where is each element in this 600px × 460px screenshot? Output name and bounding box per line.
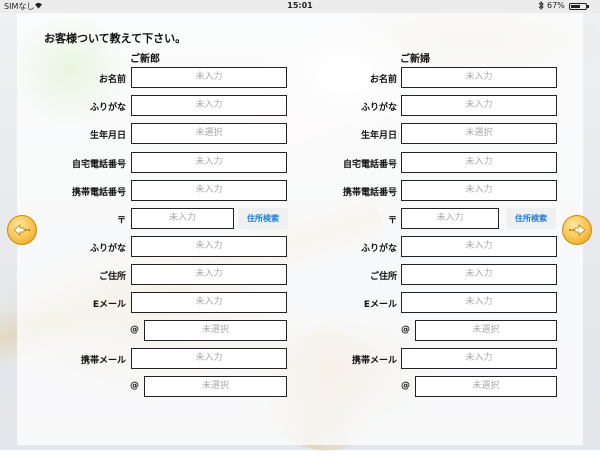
bride-label: @ [401, 325, 410, 335]
next-page-button[interactable] [562, 215, 592, 245]
bride-input-field[interactable]: 未選択 [401, 123, 557, 144]
bride-label: ご住所 [369, 272, 397, 282]
bride-input-field[interactable]: 未入力 [401, 67, 557, 88]
groom-input-field[interactable]: 未入力 [131, 152, 287, 173]
groom-input-field[interactable]: 未選択 [144, 320, 287, 341]
bride-input-field[interactable]: 未入力 [401, 95, 557, 116]
bride-label: Eメール [363, 300, 397, 310]
status-bar: SIMなし 15:01 67% [0, 0, 600, 13]
bride-label: ふりがな [360, 103, 397, 113]
groom-input-field[interactable]: 未入力 [131, 236, 287, 257]
bride-label: 自宅電話番号 [342, 160, 397, 170]
groom-address-search-button[interactable]: 住所検索 [238, 208, 288, 229]
bride-input-field[interactable]: 未入力 [401, 152, 557, 173]
groom-label: @ [130, 325, 139, 335]
groom-label: 生年月日 [89, 131, 126, 141]
bride-input-field[interactable]: 未入力 [401, 180, 557, 201]
bride-input-field[interactable]: 未選択 [415, 376, 557, 397]
groom-title: ご新郎 [130, 54, 160, 65]
groom-input-field[interactable]: 未入力 [131, 264, 287, 285]
groom-input-field[interactable]: 未入力 [131, 208, 234, 229]
groom-input-field[interactable]: 未入力 [131, 292, 287, 313]
battery-icon [569, 3, 589, 10]
left-arrow-icon [13, 224, 31, 236]
groom-label: Eメール [92, 300, 126, 310]
bluetooth-icon [538, 0, 544, 12]
right-arrow-icon [568, 224, 586, 236]
groom-label: 〒 [116, 216, 126, 226]
groom-label: 自宅電話番号 [71, 160, 126, 170]
bride-input-field[interactable]: 未入力 [401, 348, 557, 369]
bride-input-field[interactable]: 未入力 [401, 208, 499, 229]
groom-input-field[interactable]: 未入力 [131, 67, 287, 88]
bride-input-field[interactable]: 未入力 [401, 292, 557, 313]
groom-input-field[interactable]: 未選択 [144, 376, 287, 397]
groom-label: 携帯電話番号 [71, 188, 126, 198]
groom-label: お名前 [98, 75, 126, 85]
bride-title: ご新婦 [400, 54, 430, 65]
bride-label: ふりがな [360, 244, 397, 254]
groom-input-field[interactable]: 未入力 [131, 348, 287, 369]
bride-input-field[interactable]: 未入力 [401, 236, 557, 257]
bride-label: 携帯電話番号 [342, 188, 397, 198]
bride-label: 生年月日 [360, 131, 397, 141]
battery-percent: 67% [547, 1, 565, 10]
bride-label: お名前 [369, 75, 397, 85]
bride-input-field[interactable]: 未入力 [401, 264, 557, 285]
page-heading: お客様ついて教えて下さい。 [44, 32, 187, 45]
groom-label: ふりがな [89, 103, 126, 113]
groom-label: 携帯メール [80, 356, 126, 366]
bride-label: 携帯メール [351, 356, 397, 366]
groom-label: ふりがな [89, 244, 126, 254]
groom-input-field[interactable]: 未入力 [131, 95, 287, 116]
bride-input-field[interactable]: 未選択 [415, 320, 557, 341]
groom-label: @ [130, 381, 139, 391]
groom-input-field[interactable]: 未選択 [131, 123, 287, 144]
groom-input-field[interactable]: 未入力 [131, 180, 287, 201]
bride-label: @ [401, 381, 410, 391]
prev-page-button[interactable] [7, 215, 37, 245]
clock: 15:01 [287, 1, 313, 10]
groom-label: ご住所 [98, 272, 126, 282]
bride-address-search-button[interactable]: 住所検索 [506, 208, 556, 229]
bride-label: 〒 [387, 216, 397, 226]
